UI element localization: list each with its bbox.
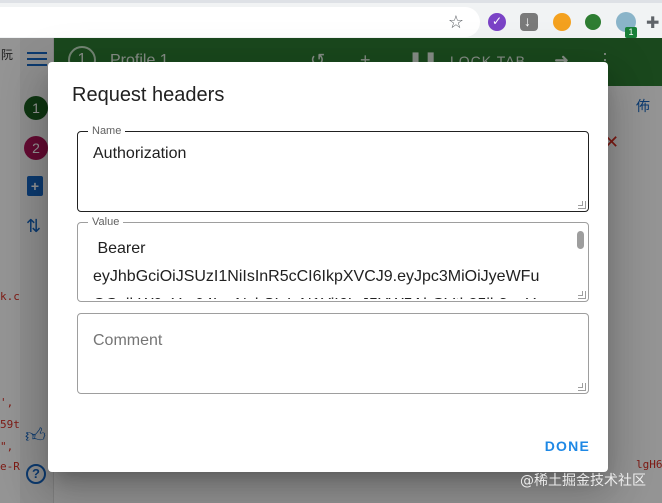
- resize-handle-icon[interactable]: [578, 383, 586, 391]
- bookmark-star-icon[interactable]: ☆: [446, 12, 466, 32]
- value-field-scrollbar[interactable]: [577, 231, 584, 249]
- dialog-title: Request headers: [72, 84, 225, 106]
- resize-handle-icon[interactable]: [578, 291, 586, 299]
- browser-toolbar: ☆ 1 ✚: [0, 0, 662, 38]
- download-extension-icon[interactable]: [520, 13, 538, 31]
- value-field-value[interactable]: Bearer eyJhbGciOiJSUzI1NiIsInR5cCI6IkpXV…: [93, 235, 573, 299]
- purple-check-extension-icon[interactable]: [488, 13, 506, 31]
- header-comment-field[interactable]: Comment: [77, 313, 589, 394]
- resize-handle-icon[interactable]: [578, 201, 586, 209]
- orange-bird-extension-icon[interactable]: [553, 13, 571, 31]
- extension-badge: 1: [625, 27, 637, 38]
- done-button[interactable]: DONE: [545, 438, 590, 454]
- header-value-field[interactable]: Value Bearer eyJhbGciOiJSUzI1NiIsInR5cCI…: [77, 215, 589, 302]
- header-name-field[interactable]: Name Authorization: [77, 124, 589, 212]
- name-field-value[interactable]: Authorization: [93, 145, 186, 163]
- name-field-label: Name: [88, 124, 126, 138]
- green-number-extension-icon[interactable]: [585, 14, 601, 30]
- extensions-puzzle-icon[interactable]: ✚: [646, 13, 659, 33]
- address-bar[interactable]: [0, 7, 480, 37]
- watermark: @稀土掘金技术社区: [520, 473, 646, 489]
- comment-field-placeholder[interactable]: Comment: [93, 332, 162, 350]
- request-headers-dialog: Request headers Name Authorization Value…: [48, 62, 608, 472]
- value-field-label: Value: [88, 215, 124, 229]
